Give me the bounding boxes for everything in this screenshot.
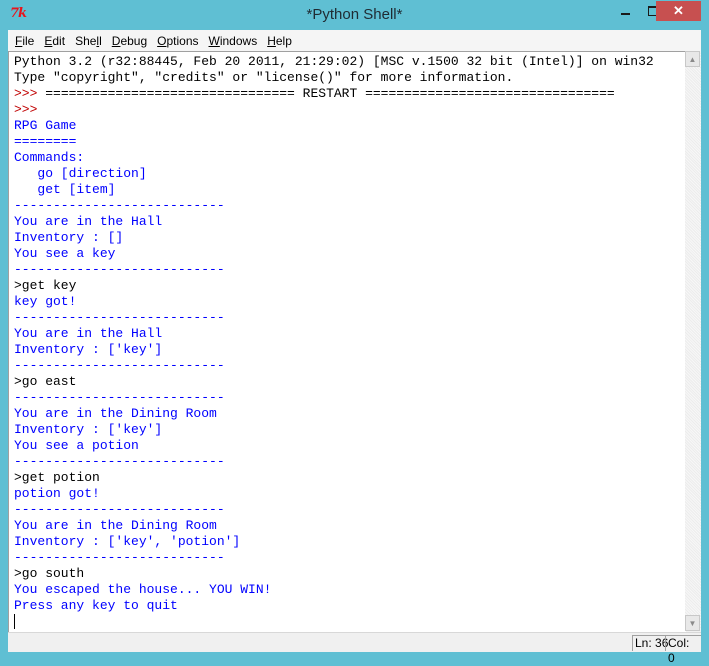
text-cursor — [14, 614, 15, 629]
program-output-text: You are in the Hall — [14, 214, 163, 229]
program-output-text: ======== — [14, 134, 77, 149]
shell-line: Inventory : ['key', 'potion'] — [14, 534, 654, 550]
program-output-text: You escaped the house... YOU WIN! — [14, 582, 272, 597]
scroll-up-button[interactable]: ▲ — [685, 51, 700, 67]
shell-line: You escaped the house... YOU WIN! — [14, 582, 654, 598]
program-output-text: --------------------------- — [14, 550, 225, 565]
shell-line: --------------------------- — [14, 454, 654, 470]
program-output-text: potion got! — [14, 486, 100, 501]
shell-line: You are in the Dining Room — [14, 406, 654, 422]
menu-options[interactable]: Options — [153, 34, 202, 48]
program-output-text: You are in the Hall — [14, 326, 163, 341]
banner-text: Type "copyright", "credits" or "license(… — [14, 70, 514, 85]
column-number-indicator: Col: 0 — [665, 635, 701, 665]
window-client: File Edit Shell Debug Options Windows Help Pyt… — [8, 30, 701, 665]
restart-banner: ================================ RESTART… — [45, 86, 615, 101]
window-title: *Python Shell* — [306, 6, 403, 23]
shell-line: Commands: — [14, 150, 654, 166]
shell-line: potion got! — [14, 486, 654, 502]
shell-line: ======== — [14, 134, 654, 150]
shell-line: Inventory : [] — [14, 230, 654, 246]
shell-line: Type "copyright", "credits" or "license(… — [14, 70, 654, 86]
user-input-text: >get potion — [14, 470, 100, 485]
menu-windows[interactable]: Windows — [205, 34, 262, 48]
shell-line: You are in the Hall — [14, 326, 654, 342]
shell-line: --------------------------- — [14, 358, 654, 374]
shell-line: >get potion — [14, 470, 654, 486]
menu-help[interactable]: Help — [263, 34, 296, 48]
shell-output: Python 3.2 (r32:88445, Feb 20 2011, 21:2… — [14, 54, 654, 630]
shell-line: >>> — [14, 102, 654, 118]
shell-line: --------------------------- — [14, 310, 654, 326]
program-output-text: --------------------------- — [14, 310, 225, 325]
program-output-text: --------------------------- — [14, 358, 225, 373]
program-output-text: key got! — [14, 294, 77, 309]
shell-line — [14, 614, 654, 630]
title-bar[interactable]: 7k *Python Shell* ✕ — [0, 0, 709, 30]
shell-line: Inventory : ['key'] — [14, 342, 654, 358]
shell-line: Press any key to quit — [14, 598, 654, 614]
shell-line: --------------------------- — [14, 198, 654, 214]
shell-line: --------------------------- — [14, 550, 654, 566]
shell-line: Inventory : ['key'] — [14, 422, 654, 438]
program-output-text: You see a potion — [14, 438, 139, 453]
shell-line: You see a key — [14, 246, 654, 262]
vertical-scrollbar[interactable]: ▲ ▼ — [685, 51, 701, 631]
scroll-down-button[interactable]: ▼ — [685, 615, 700, 631]
shell-line: go [direction] — [14, 166, 654, 182]
shell-line: >>> ================================ RES… — [14, 86, 654, 102]
shell-line: Python 3.2 (r32:88445, Feb 20 2011, 21:2… — [14, 54, 654, 70]
user-input-text: >go south — [14, 566, 85, 581]
shell-line: You see a potion — [14, 438, 654, 454]
banner-text: Python 3.2 (r32:88445, Feb 20 2011, 21:2… — [14, 54, 654, 69]
shell-line: get [item] — [14, 182, 654, 198]
program-output-text: You are in the Dining Room — [14, 518, 217, 533]
program-output-text: Commands: — [14, 150, 85, 165]
program-output-text: --------------------------- — [14, 198, 225, 213]
shell-line: You are in the Dining Room — [14, 518, 654, 534]
close-button[interactable]: ✕ — [656, 1, 701, 21]
program-output-text: --------------------------- — [14, 262, 225, 277]
program-output-text: Inventory : ['key'] — [14, 422, 163, 437]
arrow-up-icon: ▲ — [688, 54, 697, 64]
menu-shell[interactable]: Shell — [71, 34, 106, 48]
menu-edit[interactable]: Edit — [40, 34, 69, 48]
program-output-text: --------------------------- — [14, 390, 225, 405]
program-output-text: You are in the Dining Room — [14, 406, 217, 421]
shell-line: >go south — [14, 566, 654, 582]
program-output-text: go [direction] — [14, 166, 147, 181]
shell-prompt: >>> — [14, 86, 46, 101]
shell-line: You are in the Hall — [14, 214, 654, 230]
shell-line: --------------------------- — [14, 262, 654, 278]
program-output-text: get [item] — [14, 182, 116, 197]
user-input-text: >get key — [14, 278, 77, 293]
shell-prompt: >>> — [14, 102, 46, 117]
arrow-down-icon: ▼ — [688, 618, 697, 628]
program-output-text: Inventory : ['key'] — [14, 342, 163, 357]
shell-line: --------------------------- — [14, 390, 654, 406]
minimize-icon — [620, 12, 630, 15]
program-output-text: --------------------------- — [14, 502, 225, 517]
program-output-text: Inventory : [] — [14, 230, 124, 245]
shell-line: --------------------------- — [14, 502, 654, 518]
close-icon: ✕ — [673, 3, 684, 18]
user-input-text: >go east — [14, 374, 77, 389]
shell-text-area[interactable]: Python 3.2 (r32:88445, Feb 20 2011, 21:2… — [8, 51, 686, 632]
program-output-text: Press any key to quit — [14, 598, 178, 613]
shell-line: >get key — [14, 278, 654, 294]
program-output-text: You see a key — [14, 246, 116, 261]
shell-line: key got! — [14, 294, 654, 310]
menu-bar: File Edit Shell Debug Options Windows Help — [8, 30, 701, 51]
program-output-text: Inventory : ['key', 'potion'] — [14, 534, 241, 549]
shell-line: RPG Game — [14, 118, 654, 134]
minimize-button[interactable] — [612, 0, 638, 21]
program-output-text: --------------------------- — [14, 454, 225, 469]
program-output-text: RPG Game — [14, 118, 77, 133]
shell-line: >go east — [14, 374, 654, 390]
menu-file[interactable]: File — [11, 34, 38, 48]
menu-debug[interactable]: Debug — [108, 34, 151, 48]
status-bar: Ln: 36 Col: 0 — [8, 632, 701, 665]
